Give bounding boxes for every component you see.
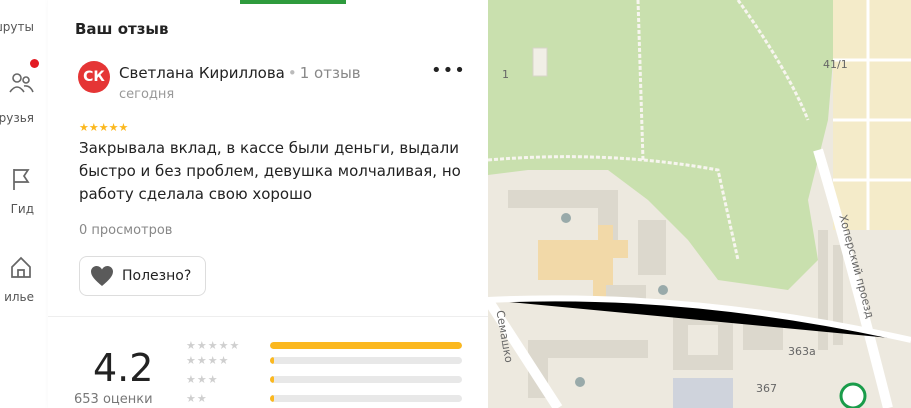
map-label-41-1: 41/1 xyxy=(823,58,848,71)
poi-marker-icon[interactable] xyxy=(561,213,571,223)
distribution-fill xyxy=(270,357,274,364)
distribution-stars: ★★ xyxy=(186,392,208,405)
distribution-stars: ★★★ xyxy=(186,373,219,386)
active-tab-indicator xyxy=(240,0,346,4)
nav-label: ошруты xyxy=(0,20,34,34)
section-title: Ваш отзыв xyxy=(75,20,169,38)
friends-icon xyxy=(9,73,34,93)
housing-icon xyxy=(11,256,31,278)
author-reviews-count[interactable]: 1 отзыв xyxy=(300,64,361,82)
distribution-stars: ★★★★★ xyxy=(186,339,241,352)
nav-item-housing[interactable]: илье xyxy=(0,245,48,310)
map-label-house-1: 1 xyxy=(502,68,509,81)
distribution-bar xyxy=(270,376,462,383)
distribution-fill xyxy=(270,376,274,383)
heart-icon xyxy=(91,266,113,286)
review-panel: Ваш отзыв СК Светлана Кириллова • 1 отзыв … xyxy=(48,0,488,408)
residential-area xyxy=(833,0,911,230)
map-label-363a: 363а xyxy=(788,345,816,358)
avatar[interactable]: СК xyxy=(78,61,110,93)
map-courtyard xyxy=(688,325,718,355)
review-text: Закрывала вклад, в кассе были деньги, вы… xyxy=(79,139,461,203)
nav-label: илье xyxy=(4,290,34,304)
nav-label: рузья xyxy=(0,111,34,125)
distribution-stars: ★★★★ xyxy=(186,354,230,367)
map-view[interactable]: 41/1 1 Хоперский проезд Семашко 363а 367 xyxy=(488,0,911,408)
distribution-fill xyxy=(270,342,462,349)
divider xyxy=(48,316,488,317)
review-rating-stars: ★★★★★ xyxy=(79,121,129,134)
helpful-label: Полезно? xyxy=(122,268,192,284)
nav-item-friends[interactable]: рузья xyxy=(0,60,48,130)
map-label-367: 367 xyxy=(756,382,777,395)
side-nav: ошруты рузья Гид илье xyxy=(0,0,49,408)
distribution-bar xyxy=(270,395,462,402)
map-building xyxy=(528,340,648,358)
sber-logo-icon[interactable] xyxy=(839,382,867,408)
nav-item-routes[interactable]: ошруты xyxy=(0,0,48,50)
review-date: сегодня xyxy=(119,87,175,102)
map-building xyxy=(532,47,548,77)
nav-label: Гид xyxy=(10,202,34,216)
poi-marker-icon[interactable] xyxy=(658,285,668,295)
poi-marker-icon[interactable] xyxy=(575,377,585,387)
separator: • xyxy=(287,64,297,82)
distribution-bar xyxy=(270,342,462,349)
more-options-button[interactable]: ••• xyxy=(431,62,465,84)
notification-dot xyxy=(30,59,39,68)
flag-icon xyxy=(13,169,30,190)
nav-item-guide[interactable]: Гид xyxy=(0,160,48,220)
views-count: 0 просмотров xyxy=(79,223,173,238)
author-line: Светлана Кириллова • 1 отзыв xyxy=(119,64,361,82)
helpful-button[interactable]: Полезно? xyxy=(79,256,206,296)
rating-value: 4.2 xyxy=(93,346,154,390)
rating-count: 653 оценки xyxy=(74,392,153,407)
map-building xyxy=(638,220,666,275)
distribution-fill xyxy=(270,395,274,402)
author-name[interactable]: Светлана Кириллова xyxy=(119,64,285,82)
map-building xyxy=(673,378,733,408)
distribution-bar xyxy=(270,357,462,364)
